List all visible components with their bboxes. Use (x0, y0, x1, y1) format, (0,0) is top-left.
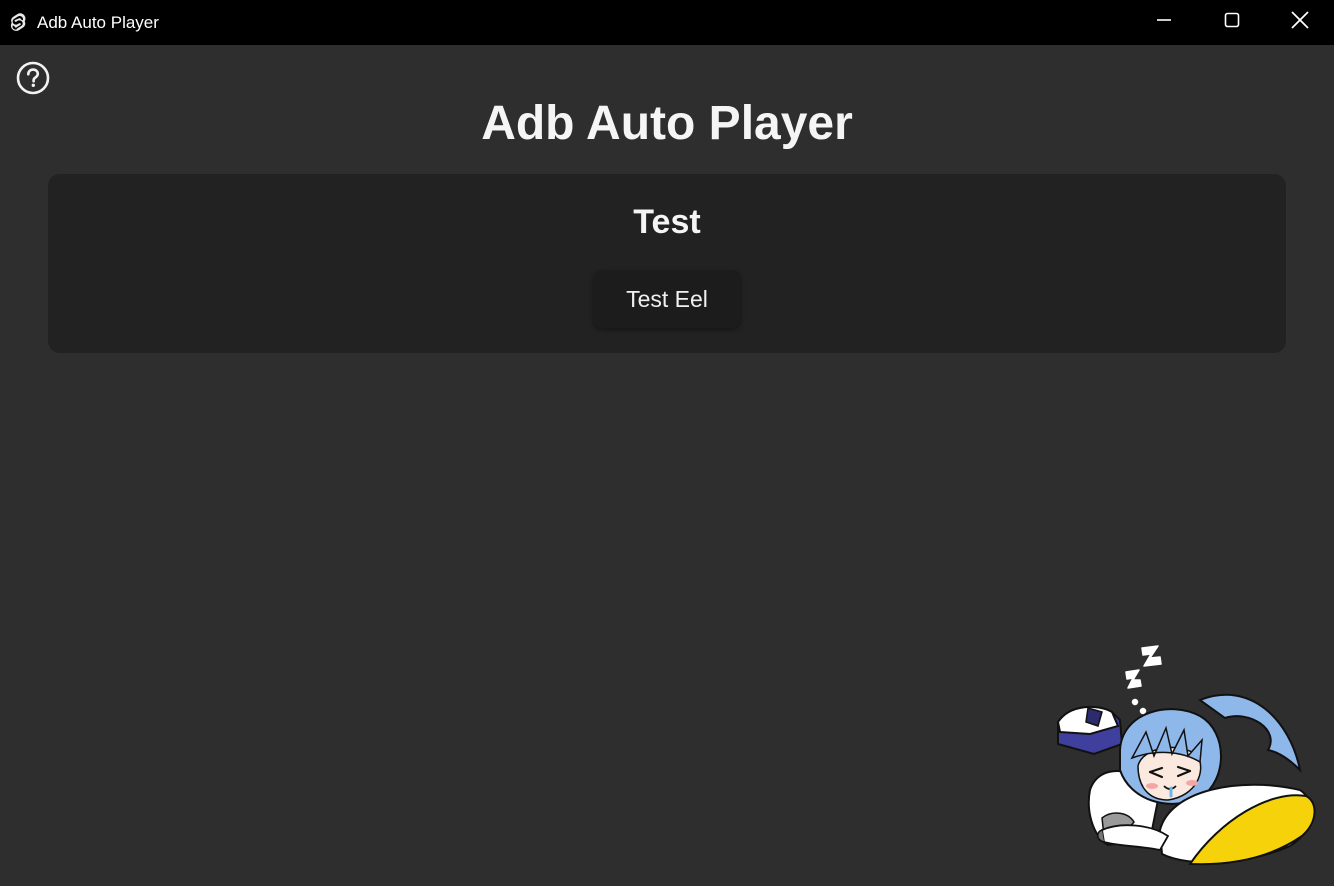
svelte-logo-icon (9, 12, 27, 32)
maximize-icon (1224, 12, 1240, 33)
page-title: Adb Auto Player (481, 97, 853, 150)
test-eel-button[interactable]: Test Eel (593, 270, 741, 328)
card-title: Test (633, 203, 701, 241)
close-button[interactable] (1266, 0, 1334, 45)
close-icon (1291, 11, 1309, 34)
test-card: Test Test Eel (48, 174, 1286, 353)
app-window: Adb Auto Player Adb Auto Player Test Tes… (0, 0, 1334, 886)
sleeping-mascot-image (1050, 640, 1320, 870)
minimize-button[interactable] (1130, 0, 1198, 45)
maximize-button[interactable] (1198, 0, 1266, 45)
window-controls (1130, 0, 1334, 45)
minimize-icon (1156, 12, 1172, 33)
help-button[interactable] (16, 61, 50, 95)
window-title: Adb Auto Player (37, 12, 159, 32)
title-bar[interactable]: Adb Auto Player (0, 0, 1334, 45)
